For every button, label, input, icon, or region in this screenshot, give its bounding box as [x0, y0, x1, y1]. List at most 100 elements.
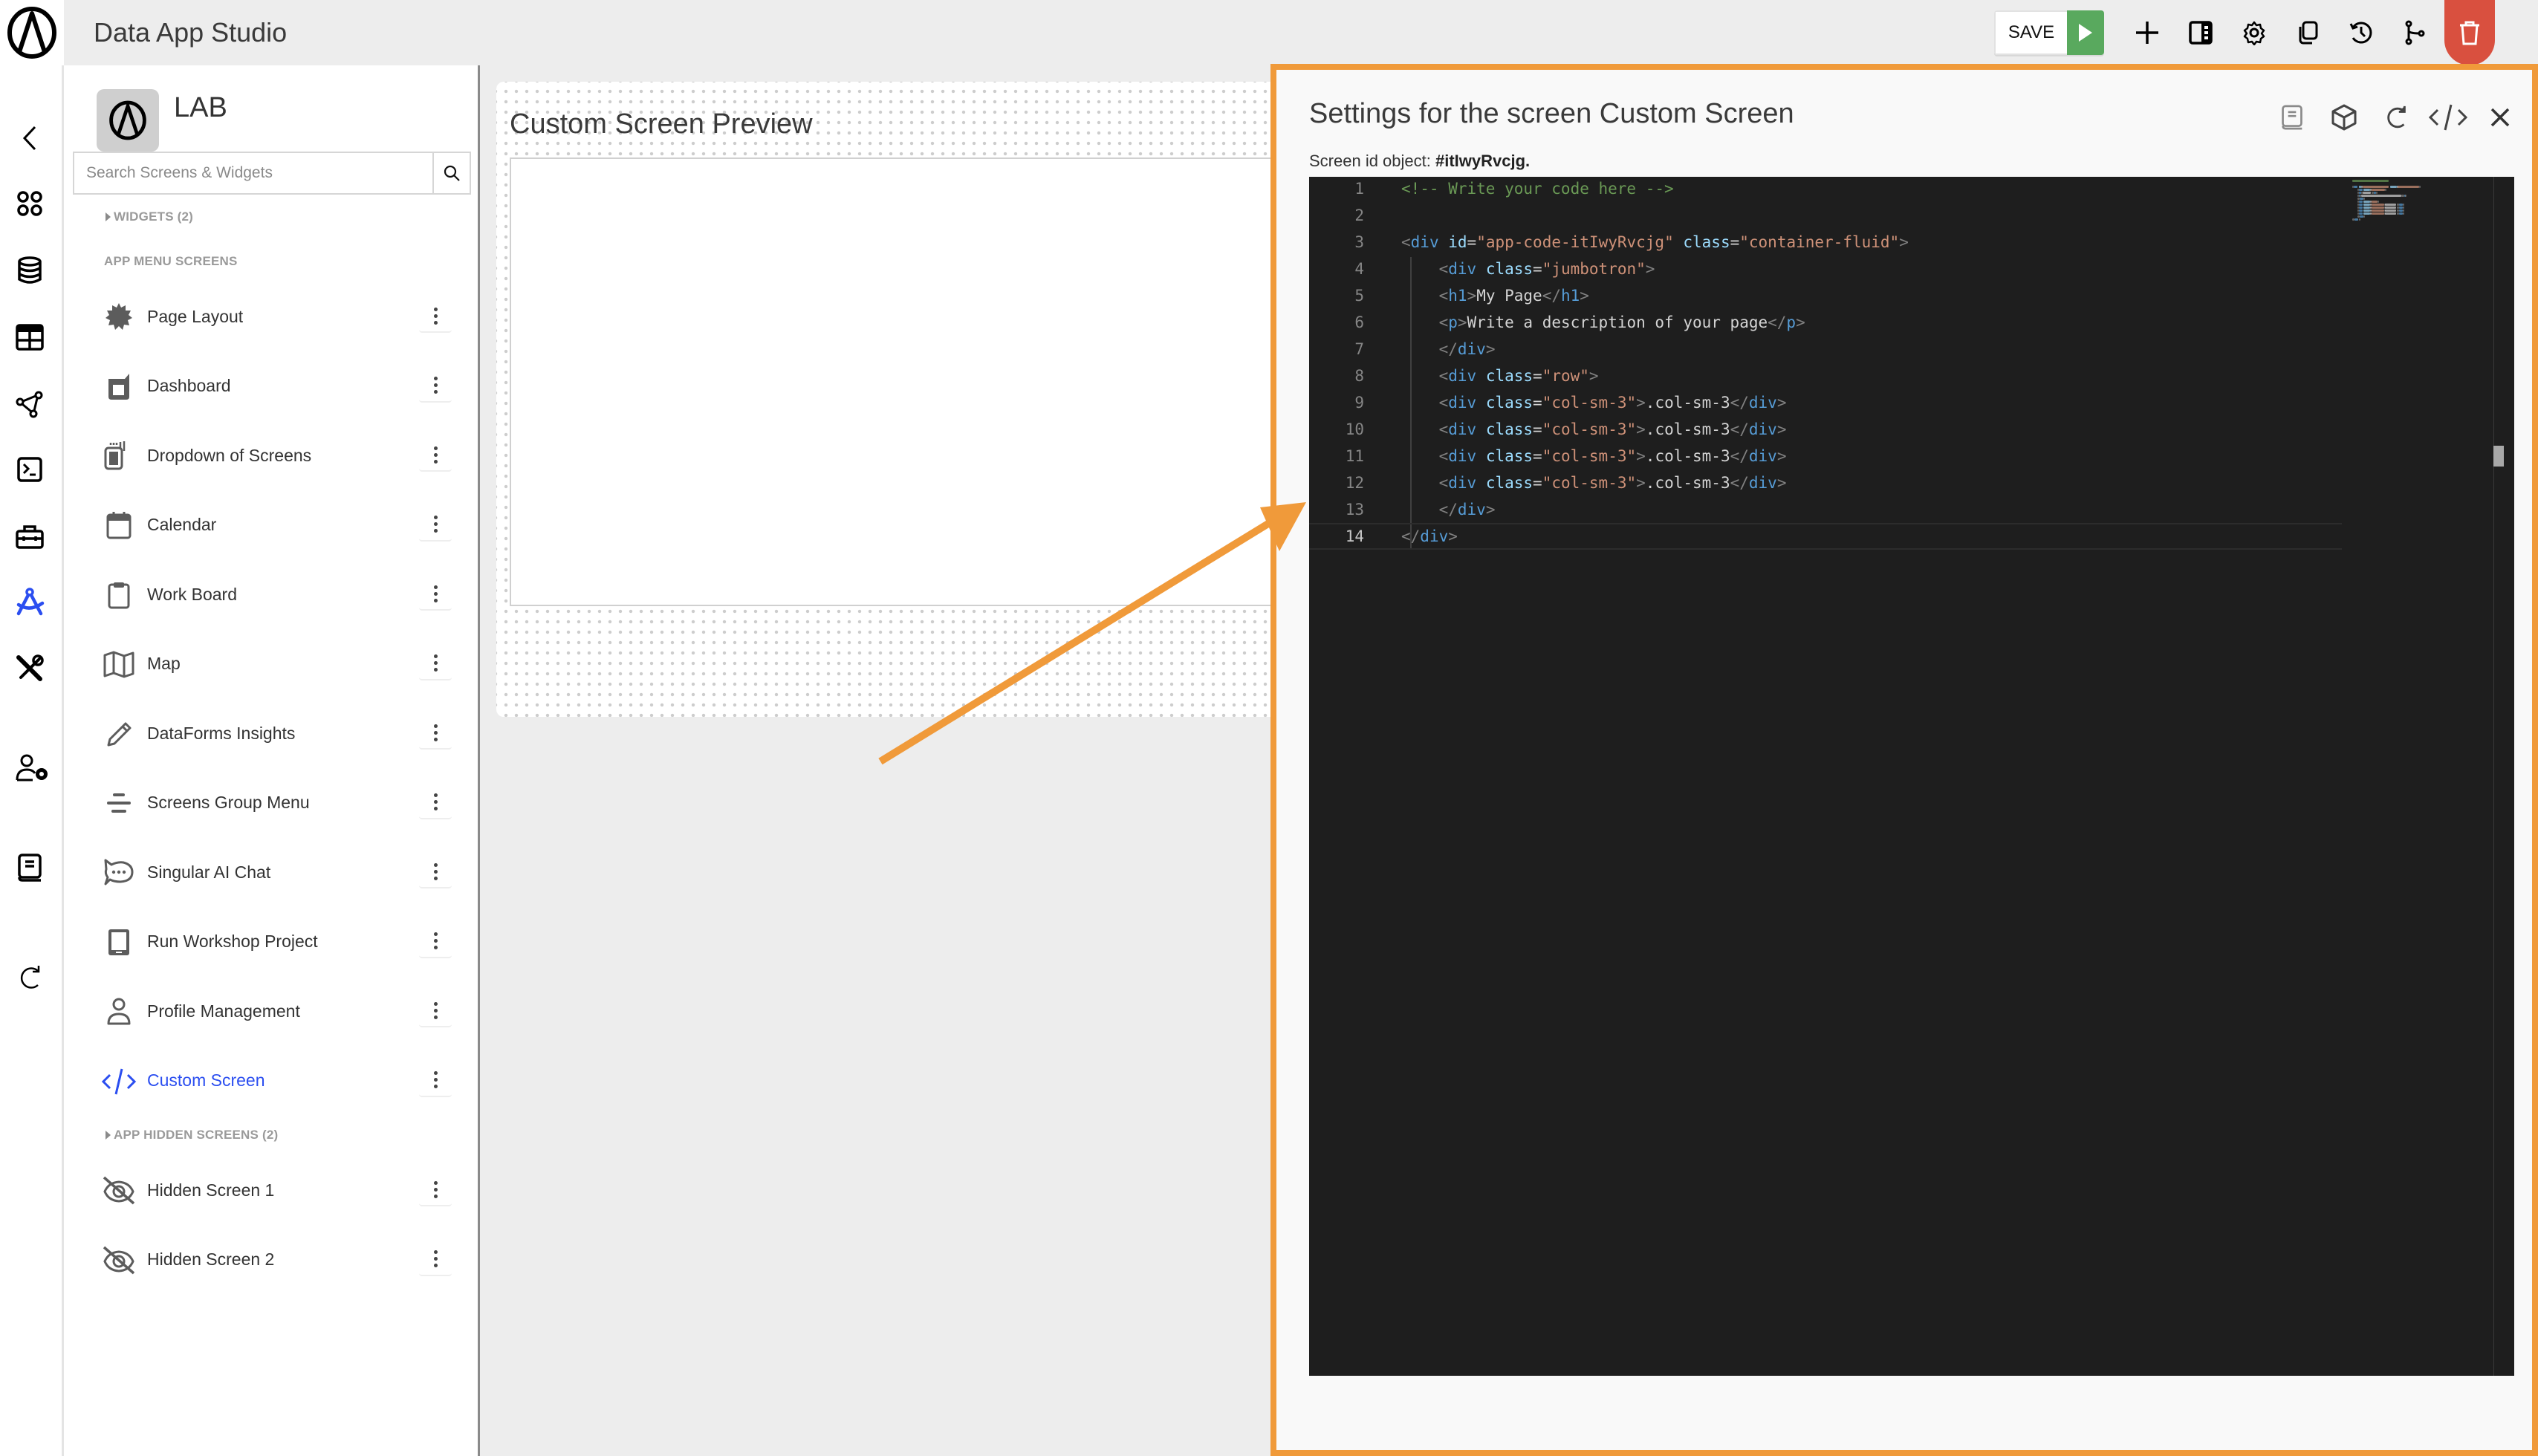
component-button[interactable]: [2318, 97, 2370, 138]
more-options-button[interactable]: [419, 856, 452, 888]
screen-item-hidden-screen-1[interactable]: Hidden Screen 1: [101, 1166, 473, 1214]
brand-logo[interactable]: [0, 0, 64, 65]
rail-terminal[interactable]: [13, 453, 46, 486]
code-token: "container-fluid": [1739, 233, 1900, 251]
docs-button[interactable]: [2266, 97, 2318, 138]
kebab-dot-icon: [433, 459, 438, 464]
reload-button[interactable]: [2370, 97, 2422, 138]
settings-panel: Settings for the screen Custom Screen Sc…: [1270, 64, 2538, 1456]
toggle-panel-button[interactable]: [2174, 10, 2227, 55]
screen-item-page-layout[interactable]: Page Layout: [101, 293, 473, 340]
icon-rail: [0, 65, 64, 1456]
rail-apps[interactable]: [13, 187, 46, 220]
screen-item-map[interactable]: Map: [101, 640, 473, 688]
rail-refresh[interactable]: [13, 961, 46, 994]
screen-item-dashboard[interactable]: Dashboard: [101, 363, 473, 410]
rail-network[interactable]: [13, 388, 46, 420]
line-number: 14: [1345, 527, 1364, 545]
screen-item-dropdown-of-screens[interactable]: Dropdown of Screens: [101, 432, 473, 479]
more-options-button[interactable]: [419, 926, 452, 958]
editor-scroll-thumb[interactable]: [2493, 446, 2504, 467]
screen-item-singular-ai-chat[interactable]: Singular AI Chat: [101, 848, 473, 896]
code-view-button[interactable]: [2422, 97, 2474, 138]
code-line[interactable]: 12 <div class="col-sm-3">.col-sm-3</div>: [1309, 469, 2342, 496]
minimap-mark: [2363, 207, 2370, 209]
more-options-button[interactable]: [419, 717, 452, 750]
more-options-button[interactable]: [419, 1174, 452, 1206]
collapse-button[interactable]: [13, 122, 46, 155]
history-button[interactable]: [2334, 10, 2388, 55]
more-options-button[interactable]: [419, 648, 452, 680]
rail-docs[interactable]: [13, 851, 46, 884]
kebab-dot-icon: [433, 1264, 438, 1267]
more-options-button[interactable]: [419, 300, 452, 333]
app-title: Data App Studio: [94, 17, 288, 48]
screen-item-work-board[interactable]: Work Board: [101, 571, 473, 618]
code-token: div: [1448, 367, 1477, 385]
save-button[interactable]: SAVE: [1994, 10, 2067, 55]
preview-frame[interactable]: [510, 157, 1327, 606]
code-line[interactable]: 2: [1309, 202, 2342, 229]
rail-tables[interactable]: [13, 321, 46, 354]
kebab-dot-icon: [433, 730, 438, 735]
kebab-dot-icon: [433, 585, 438, 589]
code-line[interactable]: 7 </div>: [1309, 336, 2342, 363]
code-line[interactable]: 13 </div>: [1309, 496, 2342, 523]
branch-button[interactable]: [2388, 10, 2441, 55]
run-button[interactable]: [2067, 10, 2104, 55]
screen-id-line: Screen id object: #itIwyRvcjg.: [1309, 152, 1530, 171]
screen-item-run-workshop-project[interactable]: Run Workshop Project: [101, 918, 473, 966]
more-options-button[interactable]: [419, 787, 452, 819]
code-line[interactable]: 14 </div>: [1309, 523, 2342, 550]
editor-scrollbar[interactable]: [2493, 177, 2514, 1376]
search-input[interactable]: [74, 153, 432, 193]
rail-database[interactable]: [13, 254, 46, 287]
code-line[interactable]: 5 <h1>My Page</h1>: [1309, 282, 2342, 309]
rail-user-settings[interactable]: [13, 752, 52, 784]
code-line[interactable]: 4 <div class="jumbotron">: [1309, 256, 2342, 282]
code-editor[interactable]: 1 <!-- Write your code here --> 2 3 <div id=…: [1309, 177, 2514, 1376]
screen-item-dataforms-insights[interactable]: DataForms Insights: [101, 709, 473, 757]
close-button[interactable]: [2474, 97, 2526, 138]
rail-toolbox[interactable]: [13, 520, 46, 553]
code-line[interactable]: 3 <div id="app-code-itIwyRvcjg" class="co…: [1309, 229, 2342, 256]
more-options-button[interactable]: [419, 578, 452, 611]
more-options-button[interactable]: [419, 509, 452, 542]
minimap[interactable]: [2352, 177, 2493, 221]
duplicate-button[interactable]: [2281, 10, 2334, 55]
code-line[interactable]: 11 <div class="col-sm-3">.col-sm-3</div>: [1309, 443, 2342, 469]
screen-item-custom-screen[interactable]: Custom Screen: [101, 1057, 473, 1105]
screen-item-profile-management[interactable]: Profile Management: [101, 987, 473, 1035]
more-options-button[interactable]: [419, 370, 452, 403]
code-line[interactable]: 6 <p>Write a description of your page</p…: [1309, 309, 2342, 336]
code-line[interactable]: 10 <div class="col-sm-3">.col-sm-3</div>: [1309, 416, 2342, 443]
more-options-button[interactable]: [419, 1244, 452, 1276]
minimap-mark: [2358, 201, 2363, 203]
tools-icon: [16, 654, 44, 681]
more-options-button[interactable]: [419, 439, 452, 472]
code-token: <: [1438, 474, 1449, 492]
screen-item-calendar[interactable]: Calendar: [101, 501, 473, 549]
code-token: <!-- Write your code here -->: [1401, 180, 1674, 198]
code-line[interactable]: 9 <div class="col-sm-3">.col-sm-3</div>: [1309, 389, 2342, 416]
more-options-button[interactable]: [419, 995, 452, 1027]
search-button[interactable]: [432, 153, 470, 193]
minimap-mark: [2371, 207, 2384, 209]
hidden-screens-toggle[interactable]: APP HIDDEN SCREENS (2): [106, 1128, 278, 1143]
screen-item-hidden-screen-2[interactable]: Hidden Screen 2: [101, 1236, 473, 1284]
rail-tools[interactable]: [13, 652, 46, 685]
screen-item-screens-group-menu[interactable]: Screens Group Menu: [101, 779, 473, 827]
code-token: >: [1899, 233, 1909, 251]
widgets-toggle[interactable]: WIDGETS (2): [106, 209, 193, 224]
more-options-button[interactable]: [419, 1065, 452, 1097]
user-settings-icon: [16, 754, 48, 781]
add-button[interactable]: [2120, 10, 2174, 55]
settings-button[interactable]: [2227, 10, 2281, 55]
code-line[interactable]: 8 <div class="row">: [1309, 363, 2342, 389]
code-token: p: [1786, 313, 1797, 331]
rail-design[interactable]: [13, 585, 46, 618]
code-line[interactable]: 1 <!-- Write your code here -->: [1309, 175, 2342, 202]
delete-button[interactable]: [2444, 0, 2495, 65]
